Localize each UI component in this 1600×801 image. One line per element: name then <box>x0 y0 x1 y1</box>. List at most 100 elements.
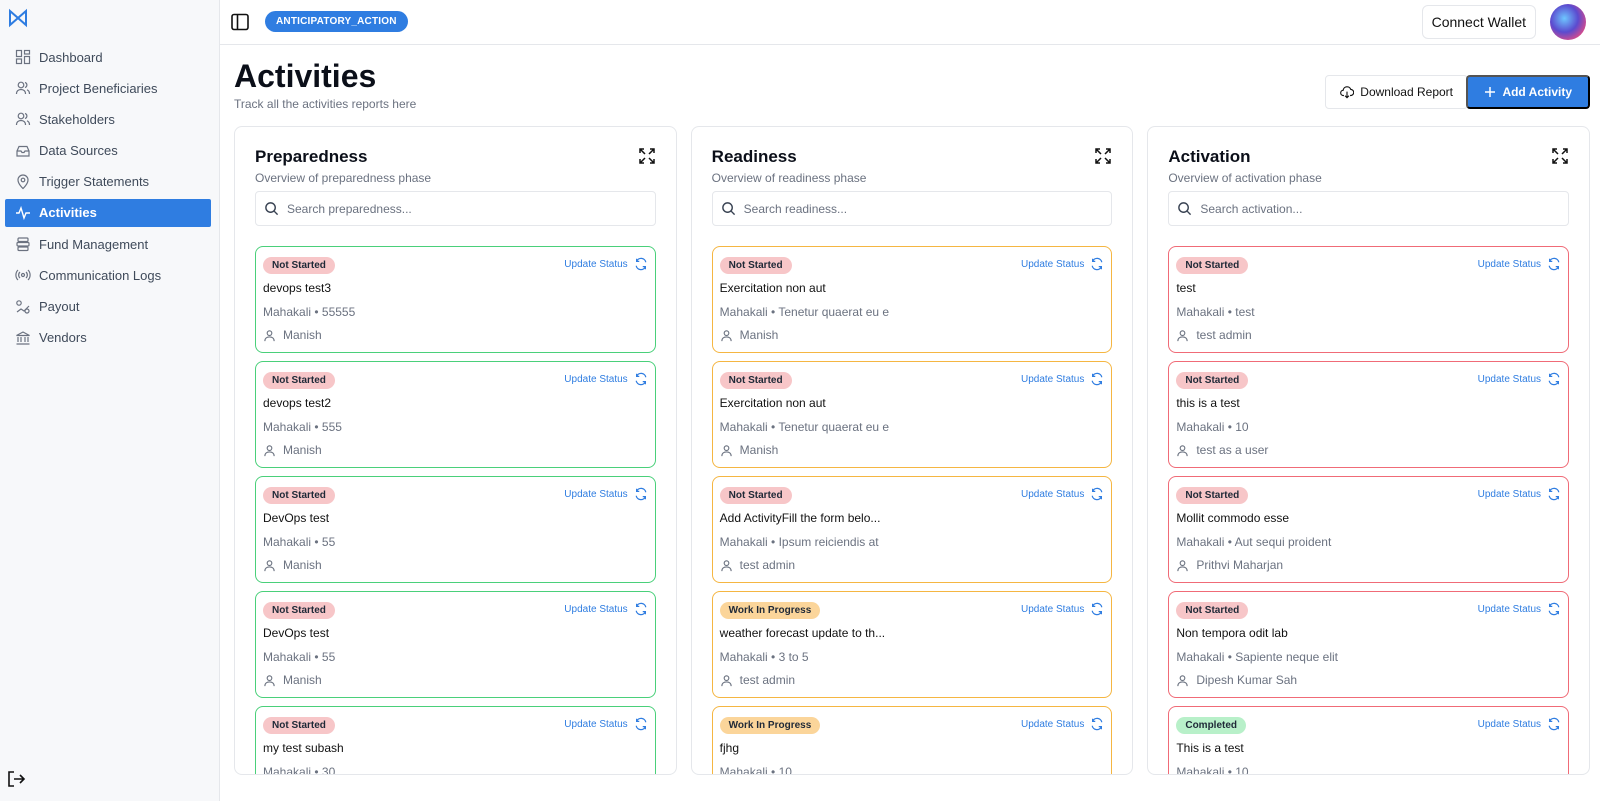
search-input[interactable] <box>1200 201 1533 216</box>
activity-user: Dipesh Kumar Sah <box>1176 673 1561 687</box>
search-field[interactable] <box>711 191 1113 226</box>
sidebar-nav: Dashboard Project Beneficiaries Stakehol… <box>5 43 211 355</box>
activity-card[interactable]: Not Started Update Status devops test2 M… <box>255 361 656 468</box>
project-badge[interactable]: ANTICIPATORY_ACTION <box>265 11 408 32</box>
update-status-button[interactable]: Update Status <box>1478 717 1561 731</box>
update-status-label: Update Status <box>1477 373 1542 385</box>
page-header: Activities Track all the activities repo… <box>234 58 416 111</box>
avatar[interactable] <box>1550 4 1586 40</box>
add-activity-button[interactable]: Add Activity <box>1466 75 1590 109</box>
activity-card[interactable]: Not Started Update Status Add ActivityFi… <box>711 476 1113 583</box>
search-icon <box>721 202 735 216</box>
activity-card[interactable]: Not Started Update Status DevOps test Ma… <box>255 476 656 583</box>
activity-title: Non tempora odit lab <box>1176 626 1288 640</box>
activity-card[interactable]: Not Started Update Status DevOps test Ma… <box>255 591 656 698</box>
sidebar-item-fund-management[interactable]: Fund Management <box>5 230 211 258</box>
update-status-button[interactable]: Update Status <box>1478 487 1561 501</box>
activity-user: Manish <box>263 443 648 457</box>
update-status-button[interactable]: Update Status <box>564 717 647 731</box>
update-status-label: Update Status <box>1020 373 1085 385</box>
column-readiness: Readiness Overview of readiness phase No… <box>690 126 1134 775</box>
activity-card[interactable]: Not Started Update Status my test subash… <box>255 706 656 775</box>
user-icon <box>720 674 732 686</box>
sidebar-item-stakeholders[interactable]: Stakeholders <box>5 105 211 133</box>
activity-meta: Mahakali • Tenetur quaerat eu e <box>719 305 890 319</box>
activity-card[interactable]: Completed Update Status This is a test M… <box>1168 706 1570 774</box>
update-status-label: Update Status <box>1477 488 1542 500</box>
user-name: Dipesh Kumar Sah <box>1196 673 1298 687</box>
search-icon <box>265 202 279 216</box>
activity-icon <box>16 205 30 221</box>
sidebar-item-project-beneficiaries[interactable]: Project Beneficiaries <box>5 74 211 102</box>
column-subtitle: Overview of readiness phase <box>711 171 867 185</box>
activity-title: Add ActivityFill the form belo... <box>719 511 881 525</box>
update-status-label: Update Status <box>564 373 628 385</box>
user-icon <box>720 329 732 341</box>
users-icon <box>15 112 31 126</box>
column-title: Preparedness <box>255 147 368 166</box>
update-status-button[interactable]: Update Status <box>1478 372 1561 386</box>
refresh-icon <box>1548 257 1560 271</box>
download-report-button[interactable]: Download Report <box>1325 75 1468 109</box>
update-status-button[interactable]: Update Status <box>1021 372 1104 386</box>
activity-meta: Mahakali • Tenetur quaerat eu e <box>719 420 890 434</box>
refresh-icon <box>1091 717 1103 731</box>
user-name: Manish <box>739 328 779 342</box>
sidebar-item-trigger-statements[interactable]: Trigger Statements <box>5 168 211 196</box>
update-status-button[interactable]: Update Status <box>1021 602 1104 616</box>
sidebar-item-dashboard[interactable]: Dashboard <box>5 43 211 71</box>
expand-icon[interactable] <box>1551 147 1569 165</box>
update-status-button[interactable]: Update Status <box>564 372 647 386</box>
cloud-download-icon <box>1340 86 1355 99</box>
user-name: test admin <box>739 673 796 687</box>
expand-icon[interactable] <box>638 147 656 165</box>
sidebar-item-label: Dashboard <box>39 49 103 65</box>
activity-title: This is a test <box>1176 741 1244 755</box>
logout-icon[interactable] <box>6 769 26 789</box>
activity-card[interactable]: Not Started Update Status Mollit commodo… <box>1168 476 1570 583</box>
update-status-button[interactable]: Update Status <box>564 257 647 271</box>
update-status-button[interactable]: Update Status <box>1478 602 1561 616</box>
sidebar-item-payout[interactable]: Payout <box>5 293 211 321</box>
activity-card[interactable]: Not Started Update Status Non tempora od… <box>1168 591 1570 698</box>
activity-meta: Mahakali • 30 <box>263 765 336 775</box>
expand-icon[interactable] <box>1094 147 1112 165</box>
activity-user: Manish <box>263 328 648 342</box>
activity-card[interactable]: Not Started Update Status this is a test… <box>1168 361 1570 468</box>
activity-title: DevOps test <box>263 626 330 640</box>
status-badge: Not Started <box>719 487 792 504</box>
update-status-label: Update Status <box>1020 718 1085 730</box>
activity-meta: Mahakali • 555 <box>263 420 342 434</box>
activity-card[interactable]: Not Started Update Status Exercitation n… <box>711 361 1113 468</box>
user-name: Manish <box>283 558 322 572</box>
sidebar-item-communication-logs[interactable]: Communication Logs <box>5 261 211 289</box>
activity-card[interactable]: Not Started Update Status Exercitation n… <box>711 246 1113 353</box>
sidebar-item-data-sources[interactable]: Data Sources <box>5 137 211 165</box>
update-status-label: Update Status <box>1020 258 1085 270</box>
activity-card[interactable]: Work In Progress Update Status fjhg Maha… <box>711 706 1113 774</box>
search-input[interactable] <box>743 201 1076 216</box>
update-status-button[interactable]: Update Status <box>564 602 647 616</box>
update-status-button[interactable]: Update Status <box>1021 487 1104 501</box>
sidebar-item-vendors[interactable]: Vendors <box>5 324 211 352</box>
update-status-button[interactable]: Update Status <box>1021 257 1104 271</box>
sidebar-item-activities[interactable]: Activities <box>5 198 211 227</box>
refresh-icon <box>1091 487 1103 501</box>
activity-card[interactable]: Work In Progress Update Status weather f… <box>711 591 1113 698</box>
refresh-icon <box>635 487 647 501</box>
user-name: Manish <box>739 443 779 457</box>
search-field[interactable] <box>1168 191 1570 226</box>
search-input[interactable] <box>287 201 620 216</box>
sidebar-toggle-icon[interactable] <box>230 12 250 32</box>
search-field[interactable] <box>255 191 656 226</box>
update-status-button[interactable]: Update Status <box>1021 717 1104 731</box>
activity-card[interactable]: Not Started Update Status test Mahakali … <box>1168 246 1570 353</box>
status-badge: Not Started <box>1176 257 1249 274</box>
dashboard-icon <box>15 49 31 65</box>
update-status-button[interactable]: Update Status <box>1478 257 1561 271</box>
connect-wallet-button[interactable]: Connect Wallet <box>1421 5 1536 39</box>
activity-card[interactable]: Not Started Update Status devops test3 M… <box>255 246 656 353</box>
update-status-button[interactable]: Update Status <box>564 487 647 501</box>
logo-icon[interactable] <box>8 8 28 28</box>
user-icon <box>1177 444 1189 456</box>
